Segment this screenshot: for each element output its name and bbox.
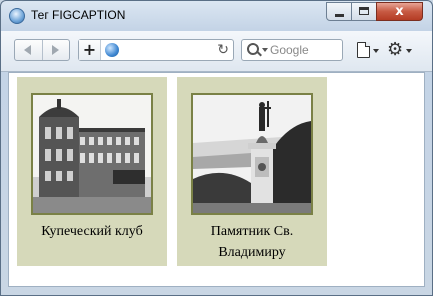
browser-window: Тег FIGCAPTION x + ↻ ⚙ [0,0,433,296]
forward-arrow-icon [52,45,59,55]
back-arrow-icon [24,45,31,55]
page-menu-chevron-icon[interactable] [373,49,379,53]
title-bar[interactable]: Тег FIGCAPTION x [1,1,432,31]
browser-app-icon[interactable] [9,8,25,24]
back-button[interactable] [15,40,43,60]
vladimir-monument-photo [191,93,313,215]
figure-caption: Памятник Св. Владимиру [210,224,294,260]
figure-caption: Купеческий клуб [41,224,143,239]
back-forward-group [14,39,70,61]
figure-vladimir-monument: Памятник Св. Владимиру [177,77,327,266]
new-tab-button[interactable]: + [79,40,101,60]
globe-icon [105,43,119,57]
close-button[interactable]: x [376,2,423,21]
reload-icon[interactable]: ↻ [217,41,229,59]
minimize-button[interactable] [326,2,352,21]
search-icon[interactable] [247,43,259,55]
gear-icon[interactable]: ⚙ [387,39,403,61]
search-input[interactable] [270,41,338,59]
page-viewport: Купеческий клуб Памятник Св. Владимиру [8,72,425,287]
tools-menu-chevron-icon[interactable] [406,49,412,53]
forward-button[interactable] [42,40,69,60]
navigation-toolbar: + ↻ ⚙ [1,31,432,72]
address-bar[interactable]: + ↻ [78,39,234,61]
search-box[interactable] [241,39,343,61]
close-icon: x [395,4,404,19]
merchant-club-photo [31,93,153,215]
maximize-button[interactable] [351,2,377,21]
search-engine-dropdown-icon[interactable] [262,48,268,52]
page-menu-icon[interactable] [357,42,370,58]
figure-merchant-club: Купеческий клуб [17,77,167,266]
window-title: Тег FIGCAPTION [31,8,126,22]
